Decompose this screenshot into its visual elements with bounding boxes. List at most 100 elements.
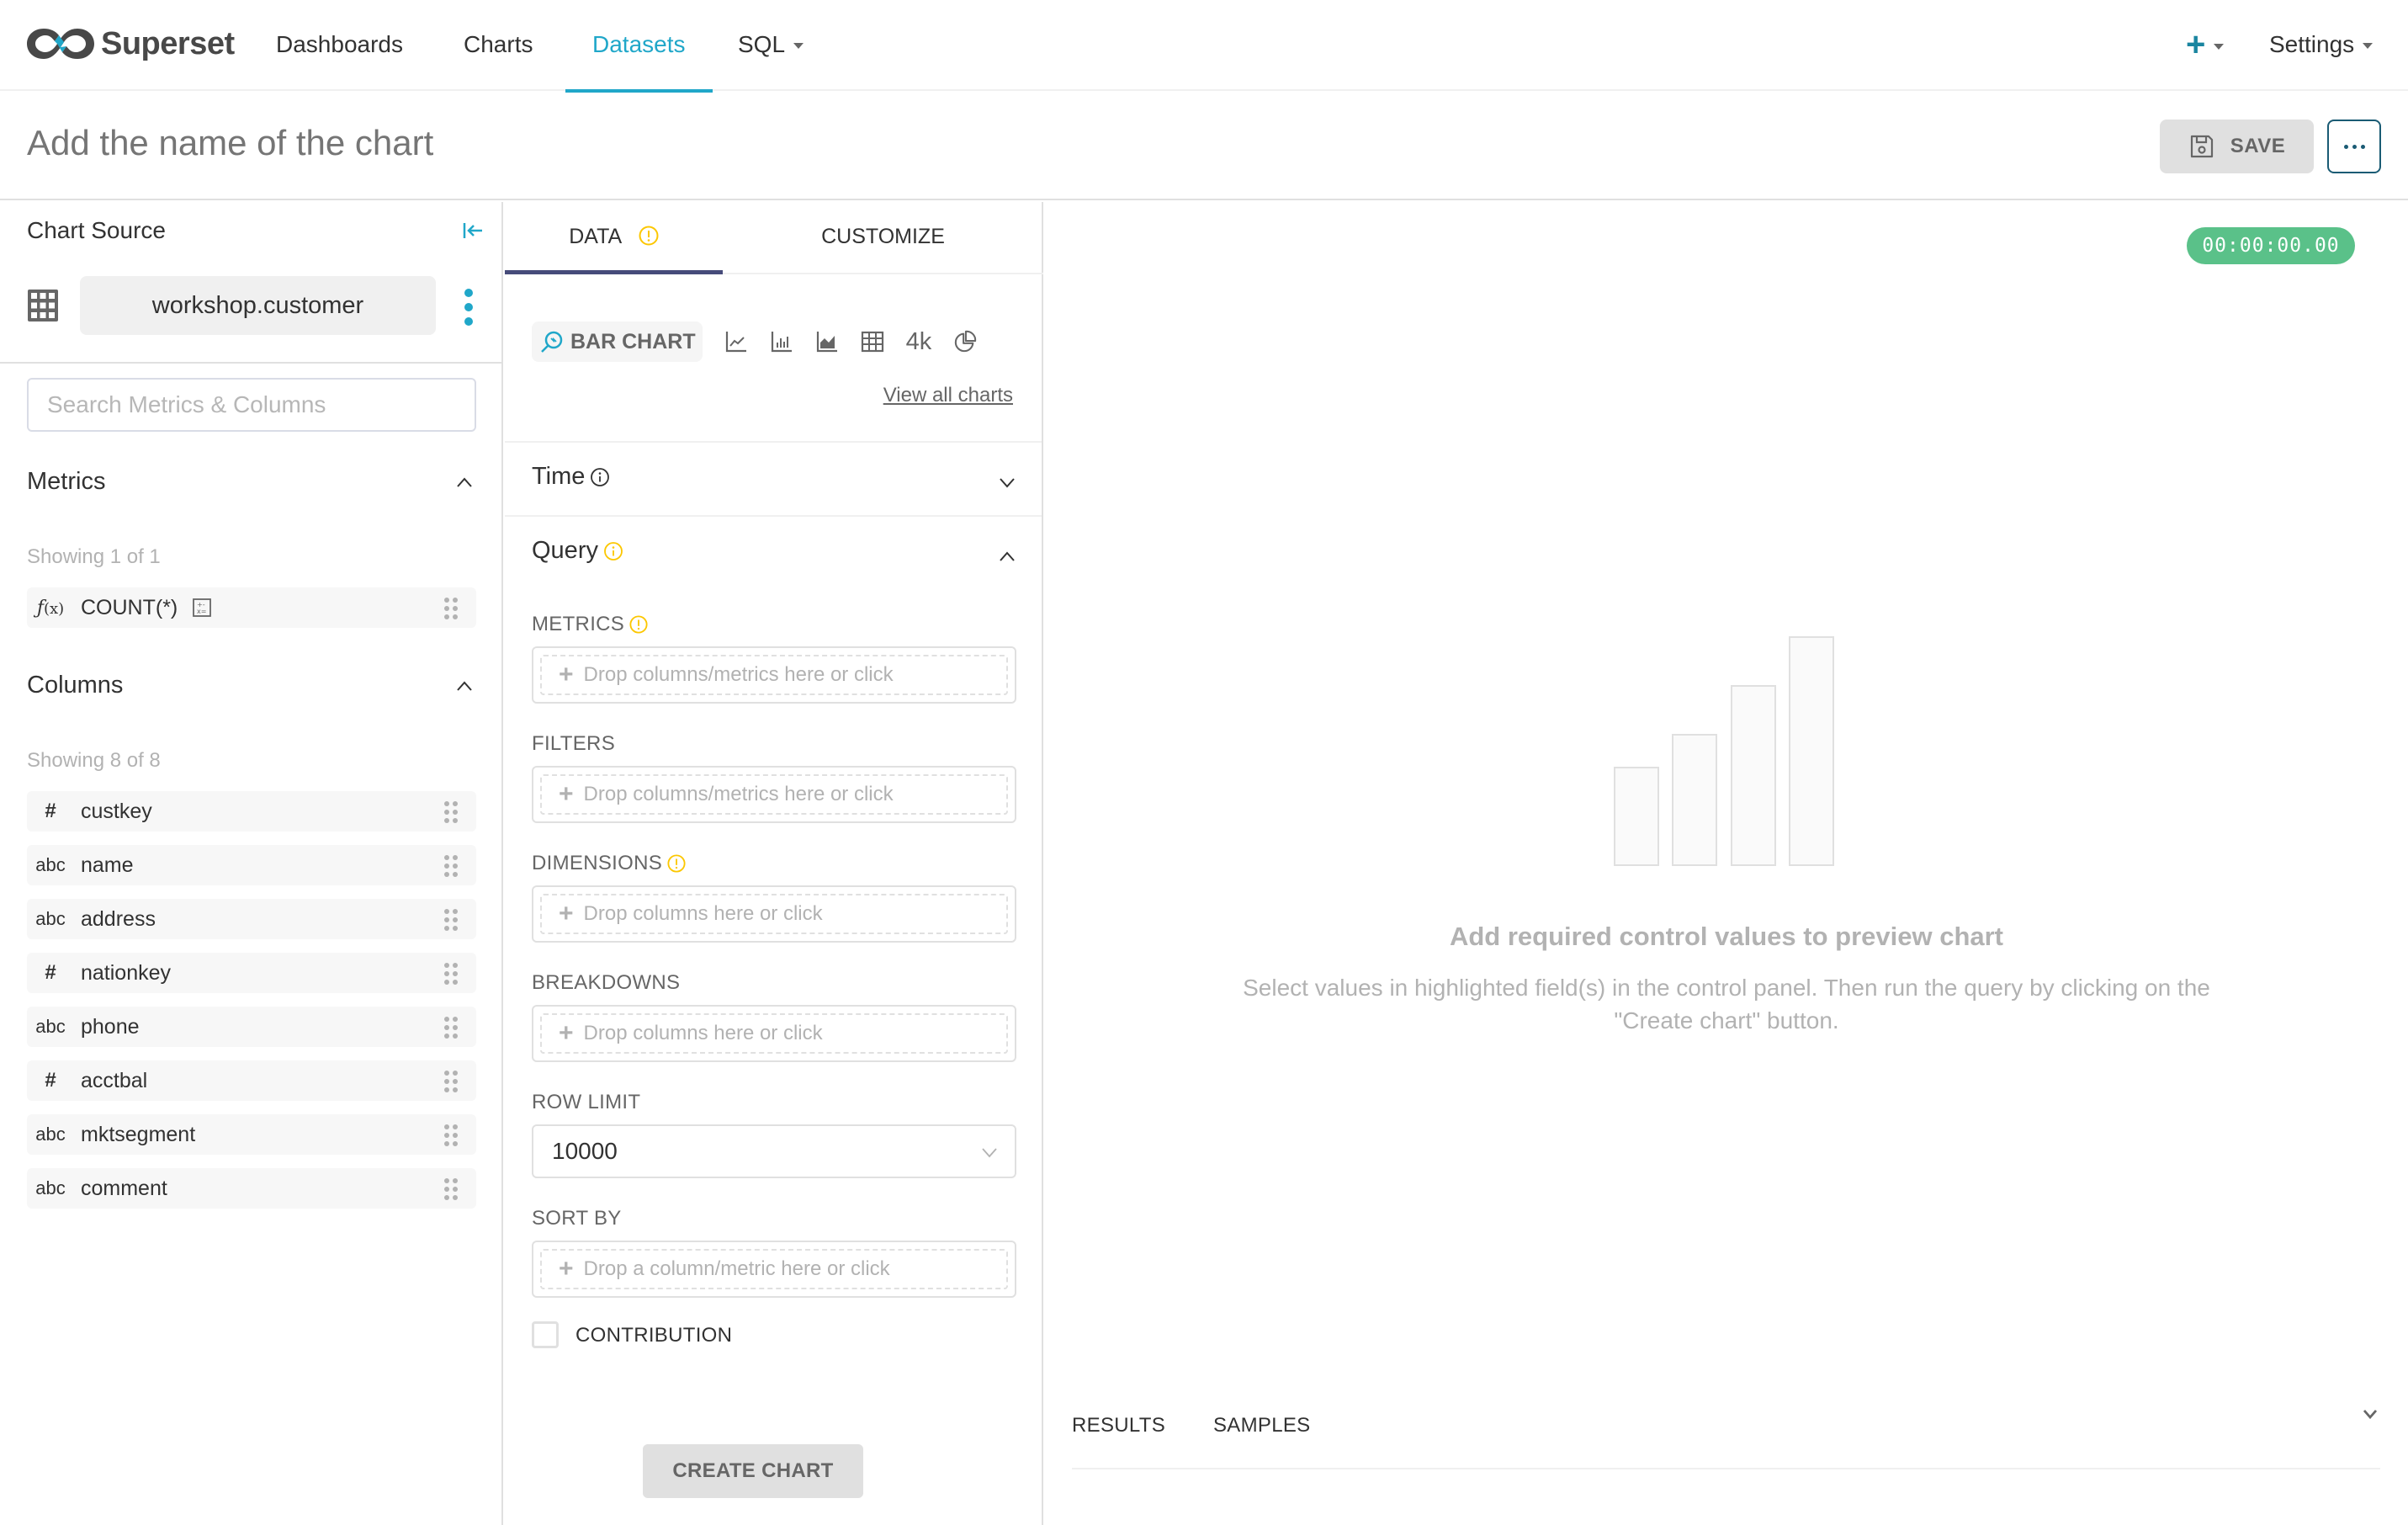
column-label: name: [81, 853, 134, 877]
divider: [505, 515, 1042, 517]
column-label: acctbal: [81, 1068, 148, 1092]
chevron-down-icon: [982, 1148, 997, 1158]
drop-zone-inner: + Drop columns/metrics here or click: [540, 655, 1008, 695]
column-item[interactable]: # nationkey: [27, 953, 476, 993]
drop-zone-inner: + Drop columns/metrics here or click: [540, 774, 1008, 815]
area-chart-button[interactable]: [815, 330, 839, 353]
ellipsis-dot: [464, 317, 473, 326]
dataset-menu-button[interactable]: [462, 289, 475, 326]
drag-handle-icon[interactable]: [444, 801, 458, 823]
breakdowns-drop-zone[interactable]: + Drop columns here or click: [532, 1005, 1016, 1062]
contribution-checkbox[interactable]: [532, 1321, 559, 1348]
nav-sql[interactable]: SQL: [738, 0, 804, 91]
metrics-drop-zone[interactable]: + Drop columns/metrics here or click: [532, 646, 1016, 704]
drop-placeholder: Drop columns/metrics here or click: [583, 783, 894, 805]
tab-results[interactable]: RESULTS: [1072, 1414, 1165, 1437]
column-item[interactable]: # custkey: [27, 791, 476, 832]
drag-handle-icon[interactable]: [444, 963, 458, 985]
column-label: custkey: [81, 799, 152, 823]
drag-handle-icon[interactable]: [444, 1071, 458, 1092]
numeric-type-icon: #: [45, 1069, 56, 1092]
empty-state-description: Select values in highlighted field(s) in…: [1243, 975, 2210, 1033]
drag-handle-icon[interactable]: [444, 909, 458, 931]
create-chart-button[interactable]: CREATE CHART: [643, 1444, 863, 1498]
superset-logo[interactable]: Superset: [25, 20, 235, 67]
chart-source-title: Chart Source: [27, 217, 166, 243]
drop-zone-inner: + Drop a column/metric here or click: [540, 1249, 1008, 1289]
pie-chart-button[interactable]: [953, 330, 977, 353]
chevron-down-icon[interactable]: [998, 473, 1016, 492]
table-grid-icon: [28, 290, 58, 321]
row-limit-select[interactable]: 10000: [532, 1124, 1016, 1178]
dimensions-label: DIMENSIONS: [532, 852, 663, 874]
nav-datasets[interactable]: Datasets: [565, 0, 712, 93]
drag-handle-icon[interactable]: [444, 598, 458, 619]
numeric-type-icon: #: [45, 800, 56, 822]
drop-zone-inner: + Drop columns here or click: [540, 1013, 1008, 1054]
plus-icon: +: [559, 900, 574, 927]
query-section-title: Query: [532, 537, 598, 564]
chevron-up-icon[interactable]: [454, 473, 475, 493]
settings-label: Settings: [2269, 31, 2355, 57]
column-item[interactable]: # acctbal: [27, 1060, 476, 1101]
bar-chart-button[interactable]: [770, 330, 793, 353]
drag-handle-icon[interactable]: [444, 1017, 458, 1039]
search-metrics-columns-input[interactable]: [27, 378, 476, 432]
big-number-button[interactable]: 4k: [906, 328, 932, 356]
dimensions-drop-zone[interactable]: + Drop columns here or click: [532, 885, 1016, 943]
columns-section-title: Columns: [27, 672, 124, 699]
column-item[interactable]: abc name: [27, 845, 476, 885]
tab-customize[interactable]: CUSTOMIZE: [723, 202, 1043, 274]
dataset-name[interactable]: workshop.customer: [80, 276, 436, 335]
dataset-panel: Chart Source workshop.customer Metrics S…: [0, 202, 503, 1525]
time-section-title: Time: [532, 463, 586, 490]
divider: [505, 441, 1042, 443]
time-section-header[interactable]: Time: [532, 463, 610, 491]
nav-dashboards[interactable]: Dashboards: [276, 0, 403, 91]
nav-charts[interactable]: Charts: [464, 0, 533, 91]
column-item[interactable]: abc mktsegment: [27, 1114, 476, 1155]
save-button[interactable]: SAVE: [2160, 120, 2314, 173]
column-label: mktsegment: [81, 1122, 196, 1146]
string-type-icon: abc: [35, 1177, 66, 1198]
column-item[interactable]: abc phone: [27, 1007, 476, 1047]
more-options-button[interactable]: [2327, 120, 2381, 173]
illustration-bar: [1614, 767, 1659, 866]
data-tabs: RESULTS SAMPLES: [1072, 1410, 2380, 1469]
string-type-icon: abc: [35, 1124, 66, 1145]
drag-handle-icon[interactable]: [444, 855, 458, 877]
filters-drop-zone[interactable]: + Drop columns/metrics here or click: [532, 766, 1016, 823]
view-all-charts-link[interactable]: View all charts: [883, 384, 1013, 407]
metric-item[interactable]: ƒ(x) COUNT(*) +- x=: [27, 587, 476, 628]
drag-handle-icon[interactable]: [444, 1124, 458, 1146]
tab-samples[interactable]: SAMPLES: [1213, 1414, 1310, 1437]
superset-infinity-icon: [27, 29, 94, 59]
tab-data-label: DATA: [569, 225, 621, 248]
column-item[interactable]: abc comment: [27, 1168, 476, 1209]
new-menu-button[interactable]: +: [2186, 0, 2225, 91]
column-label: comment: [81, 1176, 167, 1200]
settings-menu[interactable]: Settings: [2269, 0, 2374, 91]
sort-by-drop-zone[interactable]: + Drop a column/metric here or click: [532, 1241, 1016, 1298]
chevron-up-icon[interactable]: [998, 548, 1016, 566]
metrics-count: Showing 1 of 1: [27, 545, 161, 568]
empty-state-title: Add required control values to preview c…: [1449, 922, 2004, 951]
table-chart-button[interactable]: [861, 330, 884, 353]
tab-data[interactable]: DATA: [505, 202, 723, 274]
column-label: address: [81, 906, 156, 931]
drop-placeholder: Drop columns here or click: [583, 1022, 823, 1044]
nav-sql-label: SQL: [738, 31, 786, 57]
selected-chart-type[interactable]: BAR CHART: [532, 321, 703, 362]
chevron-up-icon[interactable]: [454, 677, 475, 697]
column-item[interactable]: abc address: [27, 899, 476, 939]
svg-text:x=: x=: [197, 608, 206, 615]
collapse-left-icon[interactable]: [461, 219, 485, 242]
chart-name-input[interactable]: [27, 123, 1037, 163]
query-section-header[interactable]: Query: [532, 537, 623, 565]
chart-header: SAVE: [0, 91, 2408, 200]
chevron-down-icon[interactable]: [2360, 1404, 2380, 1424]
line-chart-button[interactable]: [724, 330, 748, 353]
drop-placeholder: Drop columns here or click: [583, 902, 823, 925]
drag-handle-icon[interactable]: [444, 1178, 458, 1200]
control-tabs: DATA CUSTOMIZE: [505, 202, 1043, 274]
